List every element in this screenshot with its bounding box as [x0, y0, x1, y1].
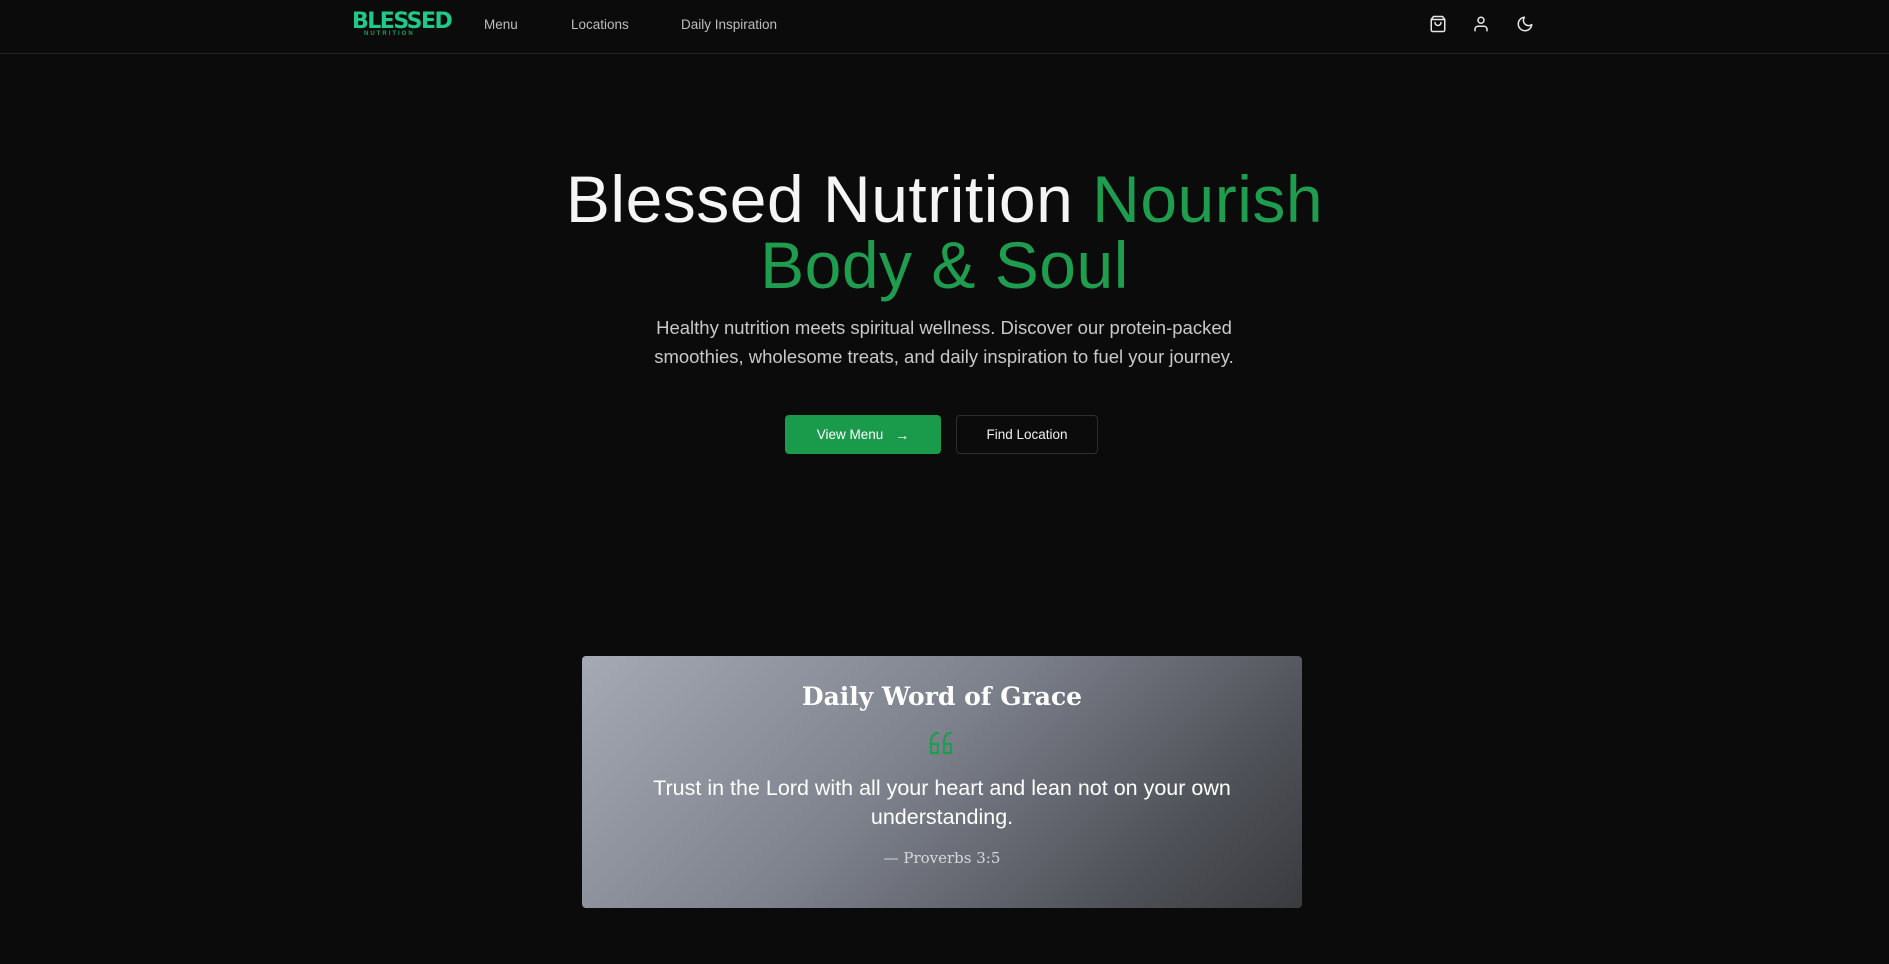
- quote-icon: [927, 728, 957, 758]
- brand-logo[interactable]: BLESSED NUTRITION: [352, 11, 453, 38]
- hero-subtitle: Healthy nutrition meets spiritual wellne…: [654, 317, 1234, 367]
- find-location-label: Find Location: [986, 427, 1068, 442]
- view-menu-label: View Menu: [816, 427, 884, 442]
- nav-link-locations[interactable]: Locations: [571, 17, 629, 33]
- shopping-bag-icon[interactable]: [1429, 15, 1447, 33]
- daily-word-verse: Trust in the Lord with all your heart an…: [653, 776, 1231, 829]
- hero-title-line-1: Blessed Nutrition Nourish: [0, 166, 1889, 232]
- logo-text: BLESSED: [352, 9, 453, 34]
- daily-word-card: Daily Word of Grace Trust in the Lord wi…: [582, 656, 1302, 908]
- hero-title-highlight-1: Nourish: [1092, 162, 1324, 236]
- hero-title: Blessed Nutrition Nourish Body & Soul: [0, 166, 1889, 298]
- user-icon[interactable]: [1472, 15, 1490, 33]
- view-menu-button[interactable]: View Menu →: [785, 415, 941, 454]
- nav-link-menu[interactable]: Menu: [484, 17, 518, 33]
- moon-icon[interactable]: [1516, 15, 1534, 33]
- find-location-button[interactable]: Find Location: [956, 415, 1098, 454]
- daily-word-title: Daily Word of Grace: [801, 682, 1083, 711]
- top-navbar: BLESSED NUTRITION Menu Locations Daily I…: [0, 0, 1889, 54]
- logo-subtext: NUTRITION: [364, 31, 415, 37]
- hero-title-brand: Blessed Nutrition: [565, 162, 1074, 236]
- daily-word-reference: — Proverbs 3:5: [883, 849, 1001, 867]
- nav-link-daily-inspiration[interactable]: Daily Inspiration: [681, 17, 777, 33]
- arrow-right-icon: →: [895, 426, 910, 443]
- hero-title-highlight-2: Body & Soul: [760, 228, 1129, 302]
